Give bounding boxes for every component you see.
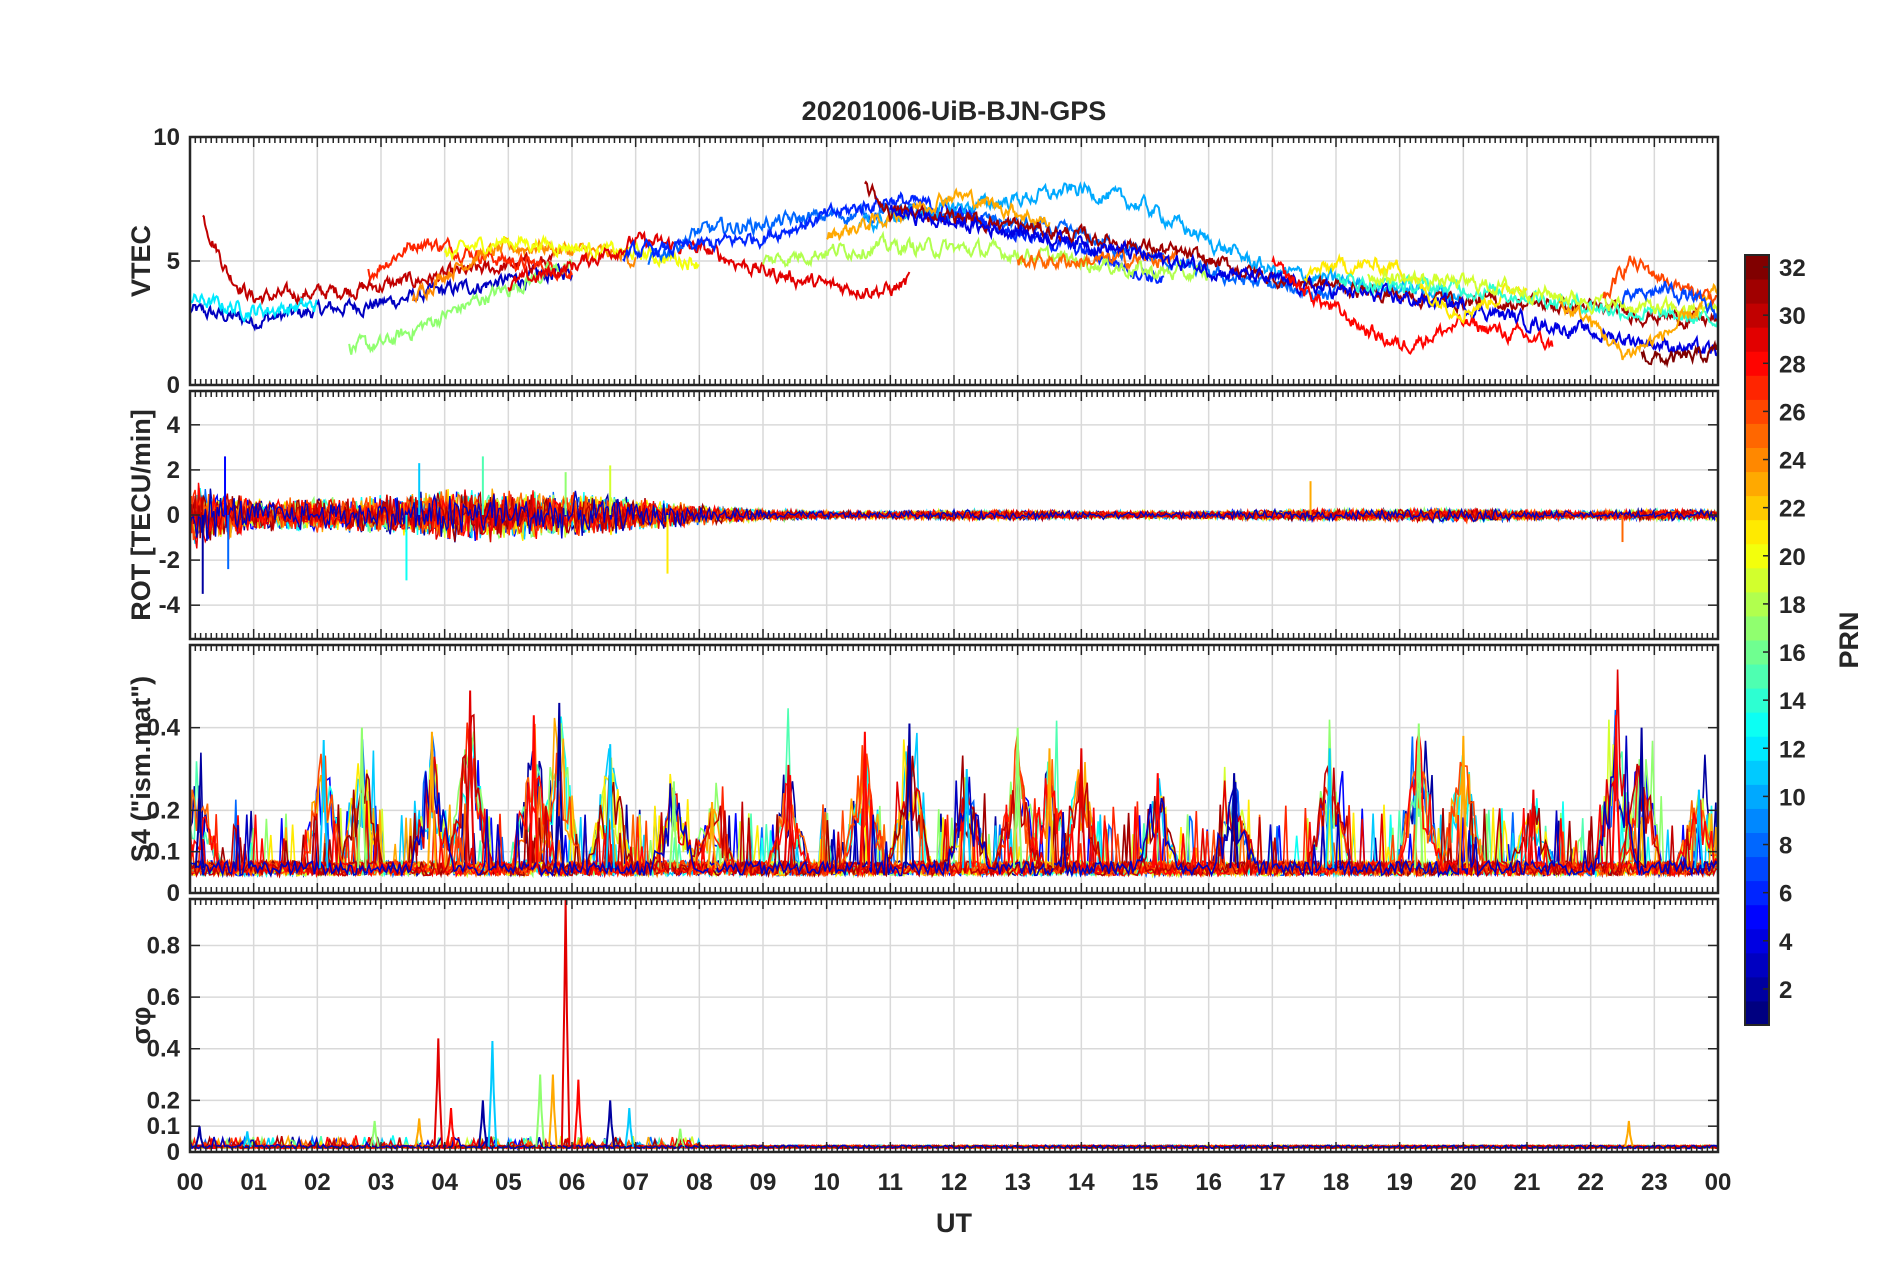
x-tick-label: 03 <box>368 1169 395 1196</box>
sigma-phi-peak <box>548 1074 558 1147</box>
colorbar-segment <box>1745 423 1769 448</box>
y-tick-label: 0.2 <box>147 1087 180 1114</box>
y-axis-label-4: σφ <box>126 1007 156 1045</box>
colorbar-tick-label: 4 <box>1779 929 1793 956</box>
colorbar-tick-label: 16 <box>1779 640 1806 667</box>
y-axis-label-2: ROT [TECU/min] <box>126 409 156 620</box>
x-tick-label: 20 <box>1450 1169 1477 1196</box>
x-tick-label: 06 <box>559 1169 586 1196</box>
colorbar-tick-label: 14 <box>1779 688 1806 715</box>
x-tick-label: 14 <box>1068 1169 1095 1196</box>
colorbar-tick-label: 30 <box>1779 303 1806 330</box>
colorbar-segment <box>1745 519 1769 545</box>
grid-panel-1 <box>190 137 1718 385</box>
y-tick-label: 5 <box>167 248 180 275</box>
colorbar-tick-label: 32 <box>1779 255 1806 282</box>
x-tick-label: 08 <box>686 1169 713 1196</box>
colorbar-segment <box>1745 615 1769 641</box>
x-tick-labels: 00 01 02 03 04 05 06 07 08 09 10 11 12 13 14 15 16 17 18 19… <box>177 1169 1732 1196</box>
sigma-phi-peak <box>194 1126 205 1148</box>
x-tick-label: 05 <box>495 1169 522 1196</box>
y-tick-label: 0 <box>167 1139 180 1166</box>
x-tick-label: 16 <box>1195 1169 1222 1196</box>
x-tick-label: 01 <box>240 1169 267 1196</box>
colorbar-segment <box>1745 904 1769 930</box>
colorbar: 2468101214161820222426283032 <box>1744 254 1806 1026</box>
colorbar-tick-label: 20 <box>1779 544 1806 571</box>
x-tick-label: 23 <box>1641 1169 1668 1196</box>
x-tick-label: 00 <box>177 1169 204 1196</box>
colorbar-tick-label: 8 <box>1779 833 1792 860</box>
colorbar-label: PRN <box>1834 611 1864 668</box>
y-tick-label: 0.8 <box>147 932 180 959</box>
chart-title: 20201006-UiB-BJN-GPS <box>802 96 1107 126</box>
y-tick-label: 4 <box>167 412 181 439</box>
colorbar-tick-label: 26 <box>1779 399 1806 426</box>
x-tick-label: 21 <box>1514 1169 1541 1196</box>
x-tick-label: 11 <box>878 1169 903 1196</box>
colorbar-segment <box>1745 375 1769 400</box>
colorbar-segment <box>1745 760 1769 785</box>
colorbar-tick-label: 18 <box>1779 592 1806 619</box>
panels: 0 5 10 VTEC 4 2 0 -2 -4ROT [TECU/min] 00.10.20.4S… <box>126 124 1720 1166</box>
x-axis-label: UT <box>936 1208 972 1238</box>
sigma-phi-peak <box>560 899 571 1147</box>
panel-1: 0 5 10 VTEC <box>126 124 1720 399</box>
y-tick-label: 2 <box>167 457 180 484</box>
x-tick-label: 13 <box>1004 1169 1031 1196</box>
colorbar-tick-label: 22 <box>1779 496 1806 523</box>
colorbar-segment <box>1745 471 1769 497</box>
colorbar-tick-label: 24 <box>1779 448 1806 475</box>
y-tick-label: 0 <box>167 502 180 529</box>
x-tick-label: 07 <box>622 1169 649 1196</box>
y-tick-label: 0.1 <box>147 1113 180 1140</box>
colorbar-tick-label: 2 <box>1779 977 1792 1004</box>
sigma-phi-peak <box>535 1074 545 1147</box>
sigma-phi-peak <box>487 1040 498 1147</box>
x-tick-label: 09 <box>750 1169 777 1196</box>
grid-panel-4 <box>190 899 1718 1152</box>
x-tick-label: 02 <box>304 1169 331 1196</box>
colorbar-tick-label: 28 <box>1779 351 1806 378</box>
x-tick-label: 04 <box>431 1169 458 1196</box>
x-tick-label: 19 <box>1386 1169 1413 1196</box>
x-tick-label: 12 <box>941 1169 968 1196</box>
colorbar-segment <box>1745 327 1769 352</box>
panel-3: 00.10.20.4S4 ("ism.mat") <box>126 643 1720 907</box>
panel-4: 00.10.20.40.60.8σφ <box>126 897 1720 1166</box>
vtec-series-prn-8 <box>647 201 1337 302</box>
y-axis-label-1: VTEC <box>126 225 156 297</box>
colorbar-segment <box>1745 279 1769 304</box>
colorbar-tick-label: 6 <box>1779 881 1792 908</box>
x-tick-label: 18 <box>1323 1169 1350 1196</box>
sigma-phi-peak <box>414 1118 425 1148</box>
colorbar-segment <box>1745 567 1769 593</box>
y-tick-label: 0 <box>167 372 180 399</box>
colorbar-segment <box>1745 712 1769 737</box>
colorbar-tick-label: 12 <box>1779 736 1806 763</box>
x-tick-label: 15 <box>1132 1169 1159 1196</box>
x-tick-label: 17 <box>1259 1169 1286 1196</box>
colorbar-segment <box>1745 1000 1769 1026</box>
sigma-phi-peak <box>1624 1120 1634 1148</box>
y-tick-label: 0 <box>167 880 180 907</box>
y-tick-label: -2 <box>159 547 180 574</box>
x-tick-label: 22 <box>1577 1169 1604 1196</box>
colorbar-tick-label: 10 <box>1779 784 1806 811</box>
x-tick-label: 00 <box>1705 1169 1732 1196</box>
sigma-phi-peak <box>433 1038 444 1147</box>
colorbar-segment <box>1745 808 1769 833</box>
colorbar-segment <box>1745 664 1769 689</box>
x-tick-label: 10 <box>813 1169 840 1196</box>
figure: 20201006-UiB-BJN-GPS 0510VTEC420-2-4ROT … <box>126 96 1864 1238</box>
y-axis-label-3: S4 ("ism.mat") <box>126 676 156 862</box>
sigma-phi-peak <box>605 1100 616 1147</box>
panel-2: 4 2 0 -2 -4ROT [TECU/min] <box>126 389 1720 641</box>
sigma-phi-peak <box>573 1079 584 1147</box>
y-tick-label: 10 <box>153 124 180 151</box>
colorbar-segment <box>1745 856 1769 882</box>
colorbar-segment <box>1745 952 1769 978</box>
y-tick-label: -4 <box>159 592 181 619</box>
